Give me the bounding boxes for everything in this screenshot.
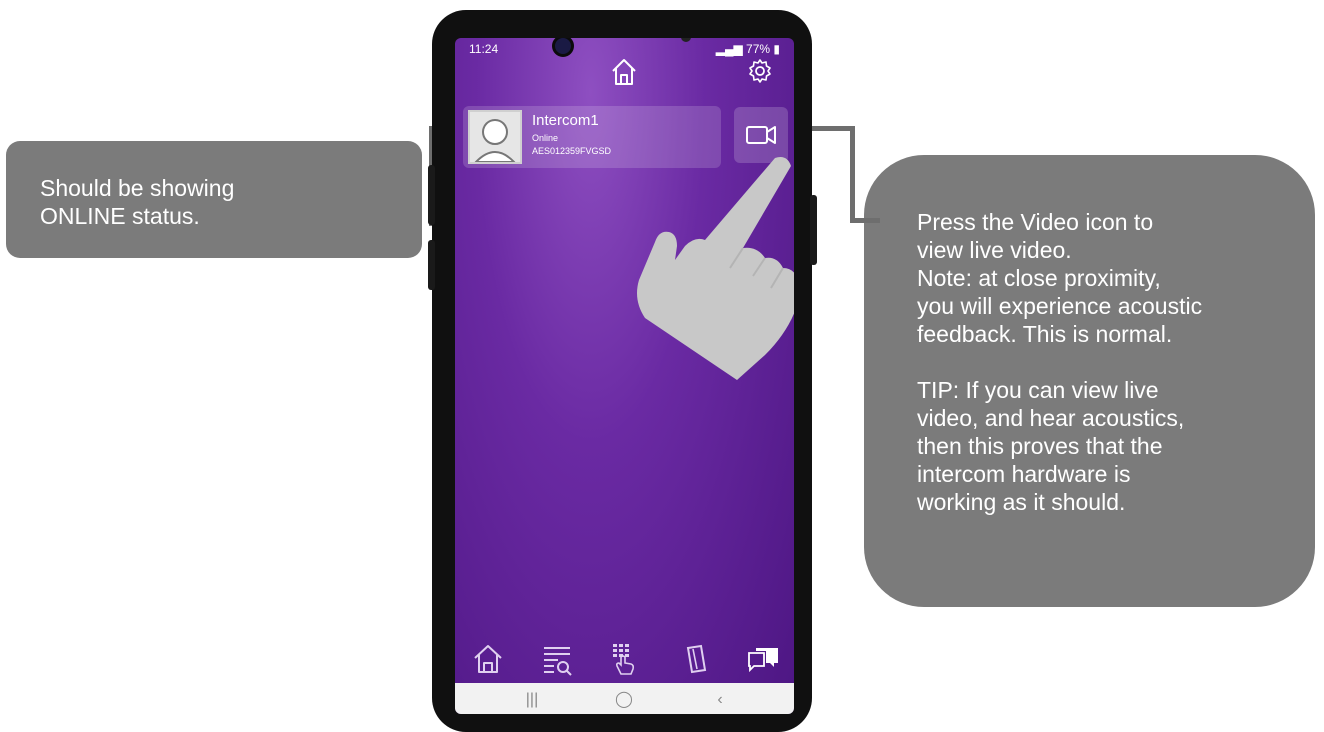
card-icon[interactable]	[679, 642, 713, 676]
device-name: Intercom1	[532, 112, 599, 129]
home-icon[interactable]	[610, 57, 638, 87]
home-icon[interactable]	[471, 642, 505, 676]
signal-icon: ▂▄▆	[715, 42, 747, 56]
status-battery: ▂▄▆ 77% ▮	[716, 38, 780, 60]
callout-line: working as it should.	[917, 489, 1126, 515]
callout-line: Note: at close proximity,	[917, 265, 1161, 291]
callout-line: view live video.	[917, 237, 1072, 263]
battery-level: 77%	[746, 42, 771, 56]
pointing-hand-icon	[637, 157, 794, 380]
status-time: 11:24	[469, 42, 499, 56]
callout-line: Press the Video icon to	[917, 209, 1154, 235]
right-leader-vertical	[850, 126, 855, 222]
side-button	[810, 195, 817, 265]
phone-screen: 11:24 ▂▄▆ 77% ▮ Intercom1 Online AES0123…	[455, 38, 794, 714]
callout-line: feedback. This is normal.	[917, 321, 1173, 347]
side-button	[428, 240, 435, 290]
android-nav-bar: ||| ◯ ‹	[455, 683, 794, 714]
recents-icon[interactable]: |||	[517, 683, 547, 714]
device-serial: AES012359FVGSD	[532, 146, 612, 156]
callout-line: Should be showing	[40, 175, 235, 201]
right-leader-horizontal-2	[850, 218, 880, 223]
callout-line: ONLINE status.	[40, 203, 200, 229]
callout-line: video, and hear acoustics,	[917, 405, 1185, 431]
bottom-tab-bar	[455, 638, 794, 682]
side-button	[428, 165, 435, 225]
callout-line: then this proves that the	[917, 433, 1163, 459]
chat-icon[interactable]	[746, 642, 780, 676]
avatar-icon	[468, 110, 522, 164]
device-status: Online	[532, 133, 559, 143]
callout-line: intercom hardware is	[917, 461, 1131, 487]
video-instruction-callout: Press the Video icon to view live video.…	[864, 155, 1315, 607]
online-status-callout: Should be showing ONLINE status.	[6, 141, 422, 258]
callout-line: TIP: If you can view live	[917, 377, 1159, 403]
gear-icon[interactable]	[747, 58, 773, 84]
back-icon[interactable]: ‹	[705, 683, 735, 714]
list-search-icon[interactable]	[540, 642, 574, 676]
callout-line: you will experience acoustic	[917, 293, 1203, 319]
home-circle-icon[interactable]: ◯	[609, 683, 639, 714]
battery-icon: ▮	[770, 42, 780, 56]
keypad-touch-icon[interactable]	[607, 642, 641, 676]
